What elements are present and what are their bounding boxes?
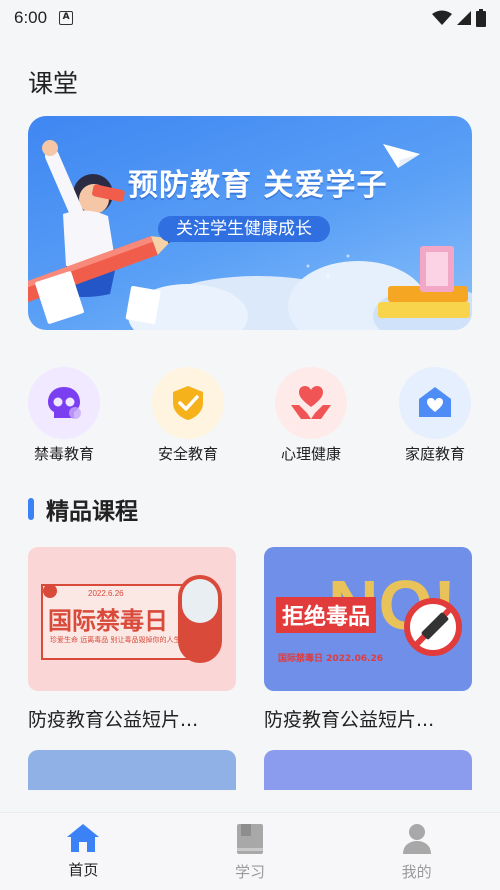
no-drugs-icon <box>404 598 462 656</box>
poster-caption: 珍爱生命 远离毒品 别让毒品毁掉你的人生 <box>50 636 181 644</box>
section-accent-bar <box>28 498 34 520</box>
person-icon <box>402 824 431 854</box>
category-label: 家庭教育 <box>404 445 465 463</box>
poster-date: 国际禁毒日 2022.06.26 <box>278 654 384 664</box>
course-card[interactable]: 2022.6.26 国际禁毒日 珍爱生命 远离毒品 别让毒品毁掉你的人生 防疫教… <box>28 547 236 732</box>
status-time: 6:00 <box>14 8 48 27</box>
category-row: 禁毒教育 安全教育 心理健康 家庭教育 <box>28 367 472 467</box>
tab-profile[interactable]: 我的 <box>333 813 500 890</box>
tab-label: 我的 <box>401 863 432 881</box>
category-label: 安全教育 <box>157 445 218 463</box>
tab-study[interactable]: 学习 <box>167 813 334 890</box>
poster-date: 2022.6.26 <box>88 589 124 598</box>
course-card-partial[interactable] <box>264 750 472 790</box>
bottom-tab-bar: 首页 学习 我的 <box>0 812 500 890</box>
category-mental-health[interactable]: 心理健康 <box>274 367 348 464</box>
battery-icon <box>476 9 486 27</box>
heart-hands-icon <box>291 386 331 419</box>
category-drug-education[interactable]: 禁毒教育 <box>27 367 101 464</box>
poster-title: 国际禁毒日 <box>48 607 168 635</box>
status-icons <box>432 9 486 27</box>
category-safety-education[interactable]: 安全教育 <box>151 367 225 464</box>
book-icon <box>237 824 263 854</box>
course-card[interactable]: NO! 拒绝毒品 国际禁毒日 2022.06.26 防疫教育公益短片... <box>264 547 472 732</box>
page-title: 课堂 <box>28 69 79 98</box>
course-thumbnail: NO! 拒绝毒品 国际禁毒日 2022.06.26 <box>264 547 472 691</box>
section-title: 精品课程 <box>46 499 138 525</box>
home-icon <box>67 824 100 852</box>
section-header: 精品课程 <box>28 492 138 526</box>
house-heart-icon <box>419 387 451 417</box>
category-label: 心理健康 <box>280 445 341 463</box>
tab-label: 学习 <box>235 863 266 881</box>
skull-icon <box>48 387 81 419</box>
course-thumbnail: 2022.6.26 国际禁毒日 珍爱生命 远离毒品 别让毒品毁掉你的人生 <box>28 547 236 691</box>
banner-headline: 预防教育 关爱学子 <box>128 168 388 203</box>
course-title: 防疫教育公益短片... <box>264 709 435 731</box>
category-family-education[interactable]: 家庭教育 <box>398 367 472 464</box>
signal-icon <box>457 11 471 25</box>
poster-title: 拒绝毒品 <box>276 597 377 633</box>
course-title: 防疫教育公益短片... <box>28 709 199 731</box>
course-card-partial[interactable] <box>28 750 236 790</box>
category-label: 禁毒教育 <box>33 445 94 463</box>
wifi-icon <box>432 10 452 25</box>
tab-home[interactable]: 首页 <box>0 813 167 890</box>
shield-check-icon <box>173 386 203 420</box>
tab-label: 首页 <box>68 861 99 879</box>
notification-icon: A <box>59 11 74 25</box>
status-bar: 6:00 A <box>0 0 500 36</box>
banner-subtitle: 关注学生健康成长 <box>158 216 330 242</box>
promo-banner[interactable]: 预防教育 关爱学子 关注学生健康成长 <box>28 116 472 330</box>
